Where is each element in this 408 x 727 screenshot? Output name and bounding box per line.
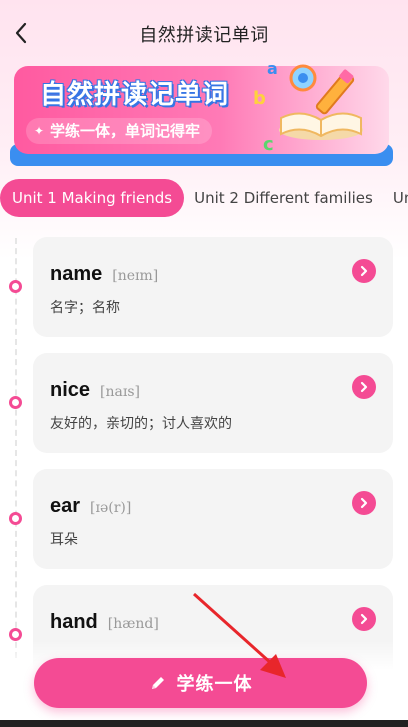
word-card-name[interactable]: name [neɪm] 名字；名称 (33, 237, 393, 337)
banner-title: 自然拼读记单词 (40, 80, 230, 110)
practice-button[interactable]: 学练一体 (34, 658, 367, 708)
unit-tabs: Unit 1 Making friends Unit 2 Different f… (0, 178, 408, 218)
letter-c-glyph: c (263, 134, 274, 154)
word-card-nice[interactable]: nice [naɪs] 友好的，亲切的；讨人喜欢的 (33, 353, 393, 453)
meaning-text: 友好的，亲切的；讨人喜欢的 (50, 416, 232, 432)
letter-b-glyph: b (253, 88, 266, 109)
timeline-dot (9, 396, 22, 409)
chevron-right-icon[interactable] (352, 607, 376, 631)
word-text: hand (50, 611, 98, 633)
banner-subtitle-text: 学练一体，单词记得牢 (50, 122, 201, 140)
book-pencil-illustration: a b c (253, 59, 363, 154)
timeline-dot (9, 512, 22, 525)
word-line: ear [ɪə(r)] (50, 495, 131, 518)
timeline-line (15, 238, 17, 658)
phonetic-text: [neɪm] (112, 268, 159, 284)
word-line: name [neɪm] (50, 263, 158, 286)
app-header: 自然拼读记单词 (0, 8, 408, 60)
chevron-right-icon[interactable] (352, 375, 376, 399)
practice-button-label: 学练一体 (176, 674, 253, 695)
tab-unit-2[interactable]: Unit 2 Different families (184, 179, 383, 217)
phonetic-text: [naɪs] (100, 384, 140, 400)
word-line: hand [hænd] (50, 611, 159, 634)
pencil-icon (151, 677, 164, 689)
word-card-ear[interactable]: ear [ɪə(r)] 耳朵 (33, 469, 393, 569)
word-text: nice (50, 379, 91, 401)
chevron-right-icon[interactable] (352, 491, 376, 515)
tab-unit-1[interactable]: Unit 1 Making friends (0, 179, 185, 217)
system-nav-bar (0, 720, 408, 727)
promo-banner[interactable]: 自然拼读记单词 ✦ 学练一体，单词记得牢 a b c (10, 59, 393, 168)
back-button[interactable] (6, 18, 36, 48)
meaning-text: 耳朵 (50, 532, 78, 548)
tab-unit-3[interactable]: Unit 3 (383, 179, 408, 217)
timeline-dot (9, 280, 22, 293)
letter-a-glyph: a (267, 59, 278, 78)
page-title: 自然拼读记单词 (139, 25, 269, 46)
meaning-text: 名字；名称 (50, 300, 120, 316)
chevron-left-icon (15, 22, 27, 44)
phonetic-text: [ɪə(r)] (90, 500, 132, 516)
chevron-right-icon[interactable] (352, 259, 376, 283)
word-text: ear (50, 495, 81, 517)
word-line: nice [naɪs] (50, 379, 140, 402)
word-text: name (50, 263, 103, 285)
phonetic-text: [hænd] (107, 616, 159, 632)
banner-subtitle: ✦ 学练一体，单词记得牢 (26, 118, 213, 144)
sparkle-icon: ✦ (34, 124, 45, 138)
